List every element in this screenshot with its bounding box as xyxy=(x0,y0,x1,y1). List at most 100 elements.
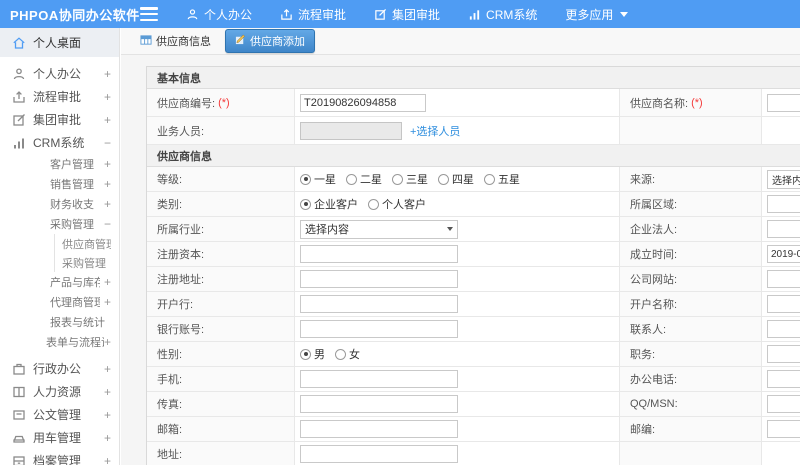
tab-supplier-info[interactable]: 供应商信息 xyxy=(134,30,217,52)
sidebar-item-agent-management[interactable]: 代理商管理 + xyxy=(0,292,119,312)
account-name-input[interactable] xyxy=(767,295,800,313)
sidebar: 个人桌面 个人办公 + 流程审批 + 集团审批 + CRM系统 − 客户管理 +… xyxy=(0,28,120,465)
radio-icon xyxy=(484,173,495,185)
sidebar-item-sales-management[interactable]: 销售管理 + xyxy=(0,174,119,194)
source-select[interactable]: 选择内容 xyxy=(767,169,800,189)
app-logo: PHPOA协同办公软件 xyxy=(10,7,140,23)
sidebar-item-human-resources[interactable]: 人力资源 + xyxy=(0,380,119,403)
qq-msn-input[interactable] xyxy=(767,395,800,413)
nav-group-approval[interactable]: 集团审批 xyxy=(374,6,440,23)
fax-input[interactable] xyxy=(300,395,458,413)
sidebar-item-product-inventory[interactable]: 产品与库存 + xyxy=(0,272,119,292)
level-radio-3star[interactable]: 三星 xyxy=(392,171,428,187)
sidebar-item-finance[interactable]: 财务收支 + xyxy=(0,194,119,214)
address-input[interactable] xyxy=(300,445,458,463)
sidebar-item-crm-system[interactable]: CRM系统 − xyxy=(0,131,119,154)
supplier-code-label: 供应商编号: (*) xyxy=(147,89,295,116)
category-radio-personal[interactable]: 个人客户 xyxy=(368,196,426,212)
gender-radio-female[interactable]: 女 xyxy=(335,346,360,362)
briefcase-icon xyxy=(12,362,26,376)
nav-more-apps[interactable]: 更多应用 xyxy=(565,6,629,23)
level-radio-1star[interactable]: 一星 xyxy=(300,171,336,187)
section-supplier-info: 供应商信息 xyxy=(147,145,800,167)
office-phone-input[interactable] xyxy=(767,370,800,388)
user-icon xyxy=(186,8,199,21)
supplier-name-label: 供应商名称: (*) xyxy=(620,89,762,116)
chart-icon xyxy=(12,136,26,150)
choose-person-link[interactable]: +选择人员 xyxy=(410,123,460,139)
position-input[interactable] xyxy=(767,345,800,363)
region-label: 所属区域: xyxy=(620,192,762,216)
email-input[interactable] xyxy=(300,420,458,438)
sidebar-item-reports-statistics[interactable]: 报表与统计 xyxy=(0,312,119,332)
sidebar-item-personal-office[interactable]: 个人办公 + xyxy=(0,62,119,85)
sidebar-item-purchase-management[interactable]: 采购管理 − xyxy=(0,214,119,234)
level-radio-group: 一星 二星 三星 四星 五星 xyxy=(300,171,520,187)
radio-icon xyxy=(335,348,346,360)
book-icon xyxy=(12,385,26,399)
nav-workflow-approval[interactable]: 流程审批 xyxy=(280,6,346,23)
gender-radio-male[interactable]: 男 xyxy=(300,346,325,362)
level-radio-5star[interactable]: 五星 xyxy=(484,171,520,187)
application-window: PHPOA协同办公软件 个人办公 流程审批 集团审批 CRM系统 更多应用 个人… xyxy=(0,0,800,465)
website-input[interactable] xyxy=(767,270,800,288)
section-basic-info: 基本信息 xyxy=(147,67,800,89)
gender-label: 性别: xyxy=(147,342,295,366)
sidebar-item-personal-desktop[interactable]: 个人桌面 xyxy=(0,28,119,57)
sidebar-item-archive-management[interactable]: 档案管理 + xyxy=(0,449,119,465)
form-row: 地址: xyxy=(147,442,800,465)
category-radio-enterprise[interactable]: 企业客户 xyxy=(300,196,358,212)
sidebar-item-vehicle-management[interactable]: 用车管理 + xyxy=(0,426,119,449)
caret-down-icon xyxy=(620,11,629,17)
edit-add-icon xyxy=(235,34,246,48)
sidebar-item-form-workflow-settings[interactable]: 表单与流程设置 + xyxy=(0,332,119,352)
supplier-code-input[interactable] xyxy=(300,93,426,112)
level-radio-2star[interactable]: 二星 xyxy=(346,171,382,187)
user-icon xyxy=(12,67,26,81)
sidebar-item-supplier-management[interactable]: 供应商管理 xyxy=(0,234,119,253)
supplier-name-input[interactable] xyxy=(767,93,800,112)
region-input[interactable] xyxy=(767,195,800,213)
upload-icon xyxy=(12,90,26,104)
nav-crm-system[interactable]: CRM系统 xyxy=(468,6,537,23)
address-label: 地址: xyxy=(147,442,295,465)
zip-input[interactable] xyxy=(767,420,800,438)
sidebar-item-workflow-approval[interactable]: 流程审批 + xyxy=(0,85,119,108)
mobile-input[interactable] xyxy=(300,370,458,388)
sales-person-input[interactable] xyxy=(300,121,402,140)
industry-label: 所属行业: xyxy=(147,217,295,241)
legal-person-label: 企业法人: xyxy=(620,217,762,241)
radio-icon xyxy=(392,173,403,185)
contact-input[interactable] xyxy=(767,320,800,338)
document-icon xyxy=(12,408,26,422)
form-row: 类别: 企业客户 个人客户 所属区域: xyxy=(147,192,800,217)
table-icon xyxy=(140,34,152,49)
registered-address-input[interactable] xyxy=(300,270,458,288)
menu-toggle-icon[interactable] xyxy=(140,7,158,21)
form-row: 性别: 男 女 职务: xyxy=(147,342,800,367)
sidebar-item-group-approval[interactable]: 集团审批 + xyxy=(0,108,119,131)
bank-account-input[interactable] xyxy=(300,320,458,338)
form-row: 手机: 办公电话: xyxy=(147,367,800,392)
account-name-label: 开户名称: xyxy=(620,292,762,316)
sidebar-item-customer-management[interactable]: 客户管理 + xyxy=(0,154,119,174)
legal-person-input[interactable] xyxy=(767,220,800,238)
sidebar-item-purchase-management-sub[interactable]: 采购管理 xyxy=(0,253,119,272)
founded-date-input[interactable] xyxy=(767,245,800,263)
bank-label: 开户行: xyxy=(147,292,295,316)
car-icon xyxy=(12,431,26,445)
sidebar-item-document-management[interactable]: 公文管理 + xyxy=(0,403,119,426)
tab-supplier-add[interactable]: 供应商添加 xyxy=(225,29,315,53)
sidebar-item-administration[interactable]: 行政办公 + xyxy=(0,357,119,380)
indent-guide xyxy=(54,234,55,253)
registered-capital-input[interactable] xyxy=(300,245,458,263)
top-bar: PHPOA协同办公软件 个人办公 流程审批 集团审批 CRM系统 更多应用 xyxy=(0,0,800,28)
form-row: 业务人员: +选择人员 xyxy=(147,117,800,145)
industry-select[interactable]: 选择内容 xyxy=(300,219,458,239)
email-label: 邮箱: xyxy=(147,417,295,441)
position-label: 职务: xyxy=(620,342,762,366)
top-navigation: 个人办公 流程审批 集团审批 CRM系统 更多应用 xyxy=(186,6,629,23)
nav-personal-office[interactable]: 个人办公 xyxy=(186,6,252,23)
level-radio-4star[interactable]: 四星 xyxy=(438,171,474,187)
bank-input[interactable] xyxy=(300,295,458,313)
